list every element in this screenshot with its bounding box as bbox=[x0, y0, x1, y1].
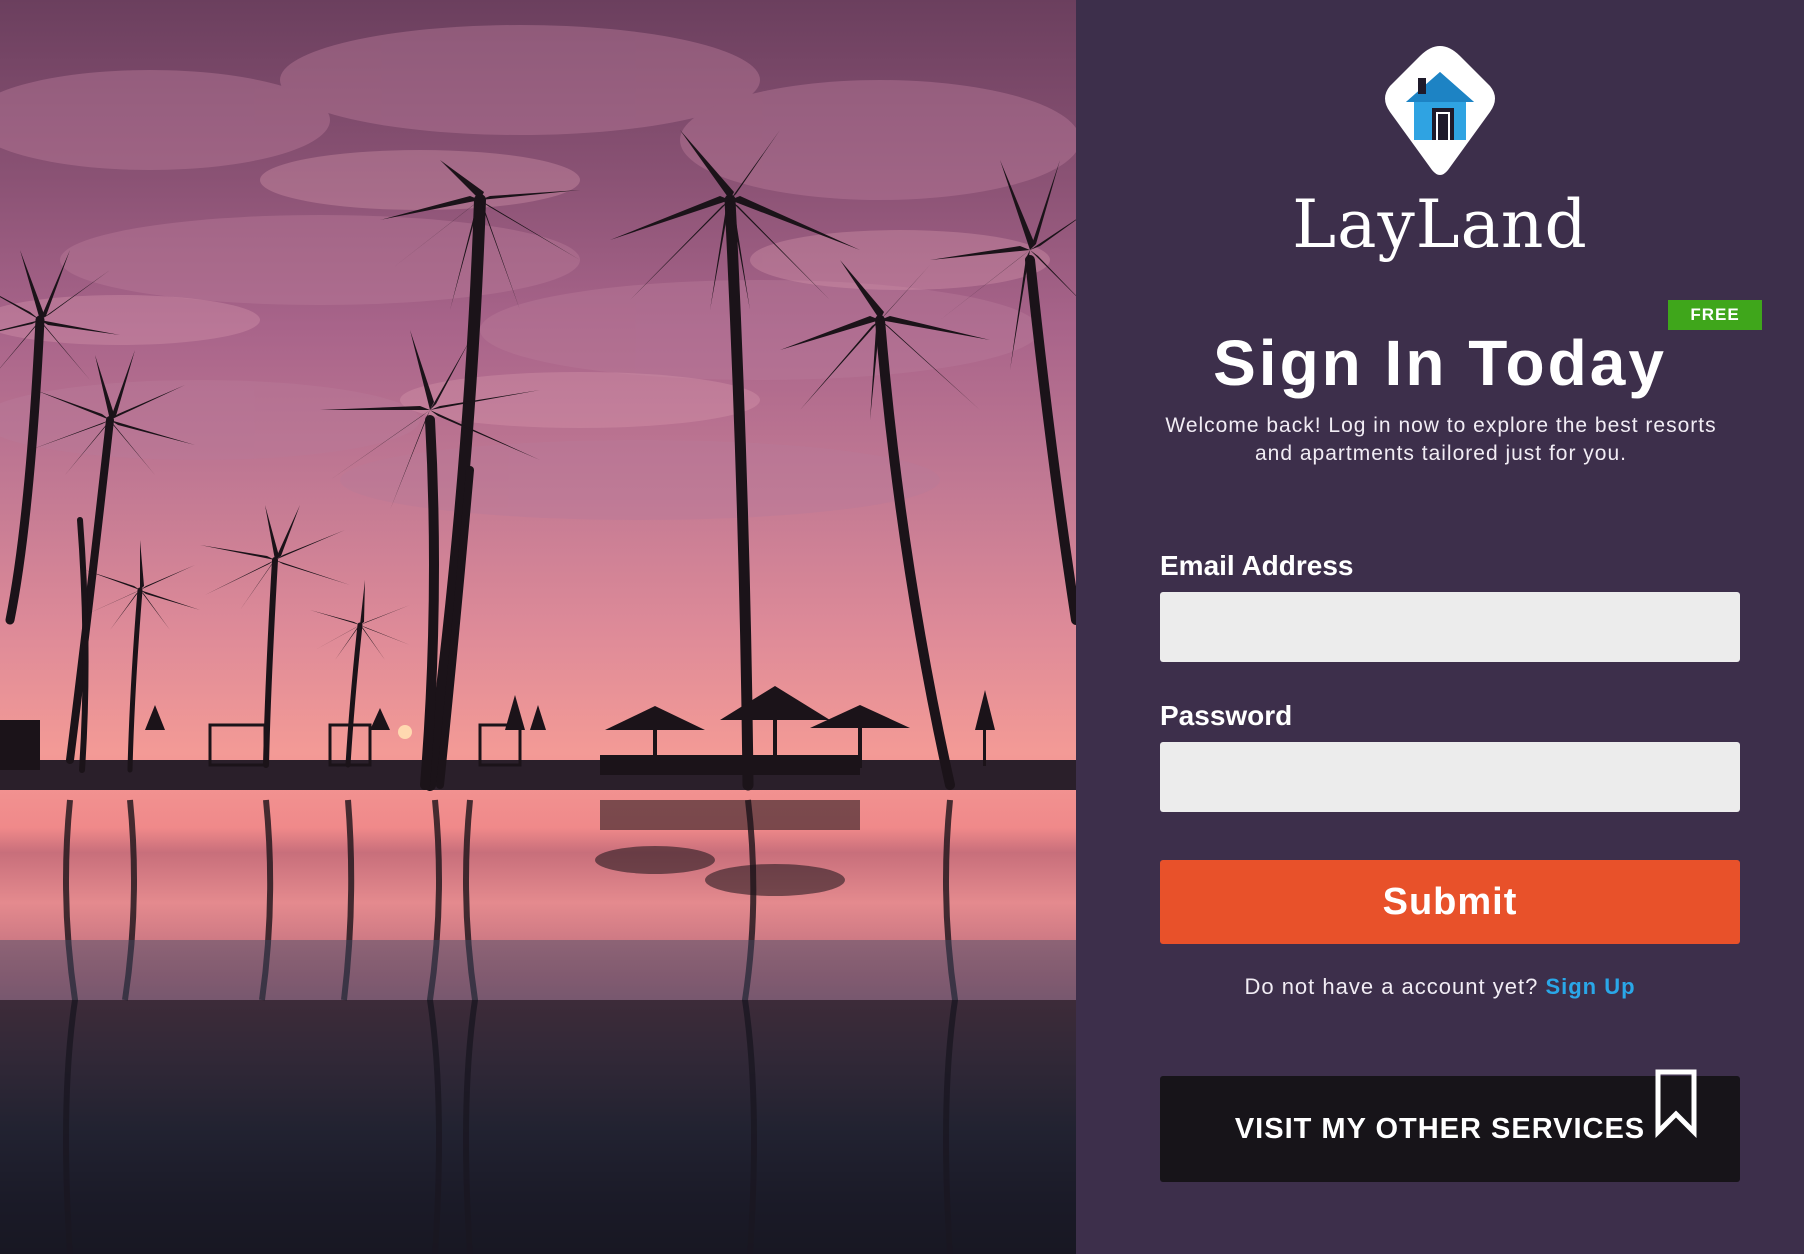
password-field[interactable] bbox=[1160, 742, 1740, 812]
page-title: Sign In Today bbox=[1213, 327, 1667, 399]
services-label: VISIT MY OTHER SERVICES bbox=[1234, 1112, 1646, 1145]
password-label: Password bbox=[1160, 700, 1293, 731]
signin-panel: LayLand FREE Sign In Today Welcome back!… bbox=[1076, 0, 1804, 1254]
bookmark-icon bbox=[1655, 1069, 1697, 1138]
visit-services-button[interactable]: VISIT MY OTHER SERVICES bbox=[1160, 1069, 1740, 1182]
submit-button[interactable]: Submit bbox=[1160, 860, 1740, 944]
email-field[interactable] bbox=[1160, 592, 1740, 662]
hero-image bbox=[0, 0, 1076, 1254]
email-label: Email Address bbox=[1160, 550, 1354, 581]
signup-row: Do not have a account yet? Sign Up bbox=[1076, 974, 1804, 1000]
brand-name: LayLand bbox=[1292, 186, 1588, 263]
page: LayLand FREE Sign In Today Welcome back!… bbox=[0, 0, 1804, 1254]
palm-sunset-photo bbox=[0, 25, 1076, 1254]
page-subtitle: Welcome back! Log in now to explore the … bbox=[1165, 414, 1717, 465]
signup-prompt: Do not have a account yet? bbox=[1244, 974, 1539, 999]
signup-link[interactable]: Sign Up bbox=[1545, 974, 1635, 999]
house-pin-icon bbox=[1385, 46, 1495, 175]
